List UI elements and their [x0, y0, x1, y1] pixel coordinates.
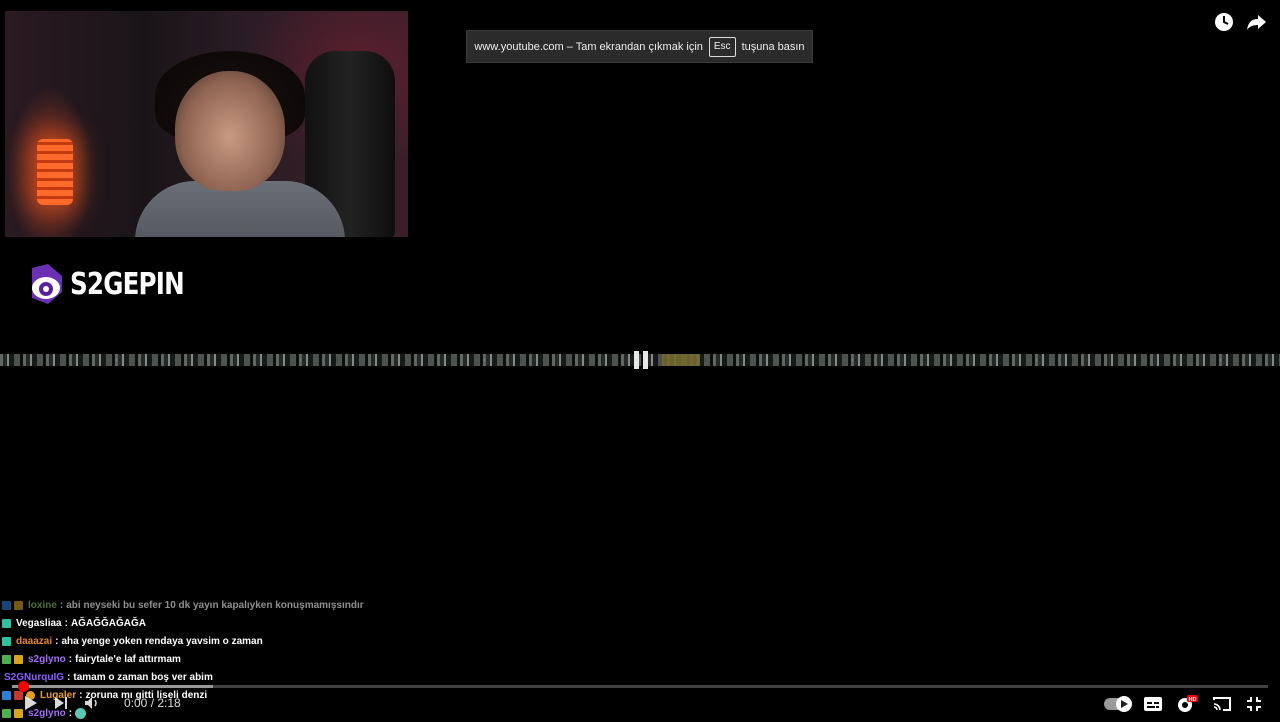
- chat-line: daaazai : aha yenge yoken rendaya yavsim…: [2, 632, 422, 650]
- chat-separator: :: [55, 635, 59, 647]
- streamer-face: [175, 71, 285, 191]
- controls-left: [24, 693, 102, 713]
- logo-text: S2GEPIN: [70, 266, 185, 302]
- progress-bar[interactable]: [12, 681, 1268, 692]
- channel-logo: S2GEPIN: [26, 262, 209, 306]
- chat-username: loxine: [28, 599, 57, 611]
- chat-message: abi neyseki bu sefer 10 dk yayın kapalıy…: [66, 599, 364, 611]
- chat-username: S2GNurquIG: [4, 671, 65, 683]
- glitch-highlight: [662, 354, 700, 366]
- next-icon[interactable]: [54, 696, 68, 710]
- scrubber-handle[interactable]: [18, 681, 29, 692]
- chat-separator: :: [68, 653, 73, 665]
- fullscreen-notice-prefix: www.youtube.com – Tam ekrandan çıkmak iç…: [474, 40, 703, 53]
- chat-line: loxine : abi neyseki bu sefer 10 dk yayı…: [2, 596, 422, 614]
- play-small-icon: [1121, 700, 1128, 708]
- controls-right: HD: [1104, 693, 1262, 715]
- esc-key: Esc: [708, 36, 736, 57]
- chat-separator: :: [64, 617, 68, 629]
- chat-line: s2glyno : fairytale'e laf attırmam: [2, 650, 422, 668]
- chat-line: S2GNurquIG : tamam o zaman boş ver abim: [2, 668, 422, 686]
- svg-text:HD: HD: [1189, 697, 1197, 703]
- settings-gear-icon[interactable]: HD: [1176, 694, 1198, 714]
- fullscreen-notice-suffix: tuşuna basın: [741, 40, 805, 53]
- chat-username: s2glyno: [28, 653, 66, 665]
- autoplay-knob: [1116, 696, 1132, 712]
- chat-username: daaazai: [16, 635, 53, 647]
- badge-icon: [14, 708, 23, 718]
- chat-separator: :: [67, 671, 71, 683]
- buffered-bar: [12, 685, 213, 688]
- badge-icon: [2, 636, 11, 646]
- play-icon[interactable]: [24, 695, 38, 711]
- lamp: [37, 139, 73, 205]
- badge-icon: [2, 690, 11, 700]
- cast-icon[interactable]: [1212, 696, 1232, 712]
- chat-message: tamam o zaman boş ver abim: [73, 671, 213, 683]
- chat-separator: :: [59, 599, 64, 611]
- chat-username: Vegasliaa: [16, 617, 62, 629]
- badge-icon: [14, 600, 23, 610]
- badge-icon: [2, 618, 11, 628]
- logo-eye-icon: [32, 264, 62, 304]
- webcam-overlay: [5, 11, 408, 237]
- autoplay-toggle[interactable]: [1104, 696, 1132, 712]
- chat-message: aha yenge yoken rendaya yavsim o zaman: [61, 635, 263, 647]
- time-display: 0:00 / 2:18: [124, 696, 181, 710]
- clock-icon[interactable]: [1213, 11, 1235, 33]
- chat-message: AĞAĞĞAĞAĞA: [70, 617, 146, 629]
- badge-icon: [2, 708, 11, 718]
- exit-fullscreen-icon[interactable]: [1246, 696, 1262, 712]
- badge-icon: [14, 654, 23, 664]
- volume-icon[interactable]: [84, 696, 102, 710]
- chat-message: fairytale'e laf attırmam: [75, 653, 181, 665]
- pause-icon[interactable]: [633, 351, 649, 369]
- subtitles-icon[interactable]: [1144, 697, 1162, 711]
- share-icon[interactable]: [1245, 11, 1267, 33]
- badge-icon: [2, 600, 11, 610]
- fullscreen-notice: www.youtube.com – Tam ekrandan çıkmak iç…: [466, 30, 813, 63]
- badge-icon: [2, 654, 11, 664]
- chat-line: Vegasliaa : AĞAĞĞAĞAĞA: [2, 614, 422, 632]
